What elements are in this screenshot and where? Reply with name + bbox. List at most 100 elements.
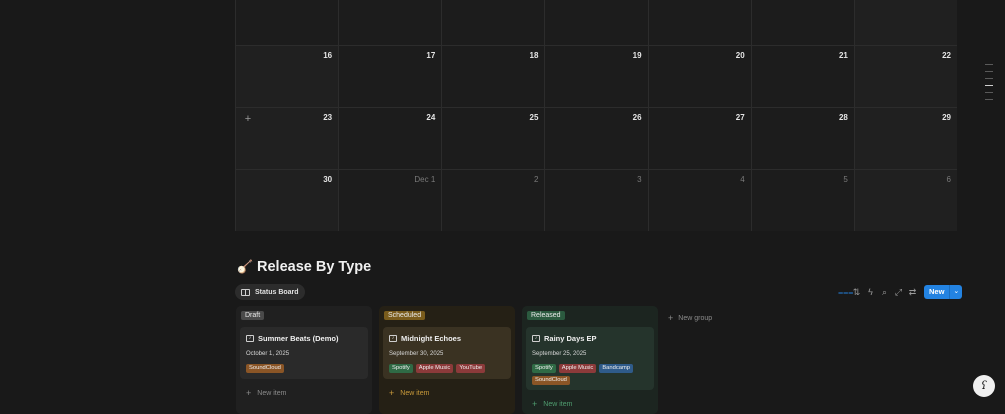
card-title-row: ♪ Rainy Days EP [532, 334, 648, 343]
day-number: 25 [529, 113, 539, 122]
tag: Apple Music [558, 364, 597, 373]
page-outline[interactable] [985, 64, 995, 106]
calendar-day[interactable]: 16 [236, 46, 340, 107]
settings-icon[interactable]: ⇄ [908, 286, 917, 298]
calendar-day[interactable] [442, 0, 546, 45]
calendar-day[interactable]: 25 [442, 108, 546, 169]
calendar-day[interactable]: 29 [854, 108, 957, 169]
day-number: 26 [632, 113, 642, 122]
calendar-day[interactable]: 4 [648, 170, 752, 231]
new-item-button[interactable]: + New item [246, 388, 286, 398]
card-title: Midnight Echoes [401, 334, 461, 343]
calendar-day[interactable] [236, 0, 340, 45]
day-number: 20 [735, 51, 745, 60]
search-icon[interactable]: ⌕ [880, 286, 889, 298]
outline-line[interactable] [985, 71, 993, 72]
calendar-day[interactable]: 3 [545, 170, 649, 231]
card-tags: SoundCloud [246, 364, 362, 373]
day-number: 27 [735, 113, 745, 122]
board-card[interactable]: ♪ Summer Beats (Demo) October 1, 2025 So… [240, 327, 368, 379]
calendar-day[interactable]: 22 [854, 46, 957, 107]
calendar-day[interactable] [854, 0, 957, 45]
outline-line[interactable] [985, 85, 993, 86]
card-title: Rainy Days EP [544, 334, 597, 343]
calendar-day[interactable]: 19 [545, 46, 649, 107]
calendar-day[interactable]: 5 [751, 170, 855, 231]
day-number: 19 [632, 51, 642, 60]
card-title-row: ♪ Summer Beats (Demo) [246, 334, 362, 343]
outline-line[interactable] [985, 78, 993, 79]
tag: Spotify [532, 364, 556, 373]
calendar-day[interactable] [339, 0, 443, 45]
outline-line[interactable] [985, 92, 993, 93]
calendar-day[interactable]: 30 [236, 170, 340, 231]
group-label[interactable]: Released [527, 311, 565, 320]
calendar-day[interactable]: 27 [648, 108, 752, 169]
calendar-day[interactable]: 6 [854, 170, 957, 231]
section-heading: 🪕 Release By Type [237, 259, 371, 275]
group-label[interactable]: Draft [241, 311, 265, 320]
calendar-day[interactable]: 2 [442, 170, 546, 231]
calendar-week [236, 0, 957, 46]
new-item-button[interactable]: + New item [532, 399, 572, 409]
view-tab-status-board[interactable]: Status Board [235, 284, 305, 300]
outline-line[interactable] [985, 64, 993, 65]
tag: Bandcamp [599, 364, 634, 373]
calendar-day[interactable]: Dec 1 [339, 170, 443, 231]
calendar-day[interactable]: 21 [751, 46, 855, 107]
calendar-day[interactable] [545, 0, 649, 45]
new-item-button[interactable]: + New item [389, 388, 429, 398]
new-group-label: New group [678, 314, 713, 322]
calendar-day[interactable]: 17 [339, 46, 443, 107]
new-item-label: New item [543, 400, 573, 408]
add-event-icon[interactable]: + [241, 113, 255, 127]
plus-icon: + [668, 313, 674, 323]
calendar-day[interactable]: 24 [339, 108, 443, 169]
calendar-day[interactable] [751, 0, 855, 45]
calendar-grid: 16 17 18 19 20 21 22 + 23 24 25 26 27 28… [235, 0, 957, 231]
section-title: Release By Type [257, 259, 372, 275]
plus-icon: + [532, 399, 538, 409]
calendar-day[interactable]: 26 [545, 108, 649, 169]
day-number: 4 [740, 175, 745, 184]
calendar-day[interactable]: 28 [751, 108, 855, 169]
card-tags: Spotify Apple Music YouTube [389, 364, 505, 373]
help-button[interactable]: ʕ [973, 375, 995, 397]
day-number: 24 [426, 113, 436, 122]
sort-icon[interactable]: ⇅ [852, 286, 861, 298]
new-item-label: New item [400, 389, 430, 397]
banjo-icon: 🪕 [237, 259, 254, 274]
board-group-scheduled: Scheduled ♪ Midnight Echoes September 30… [379, 306, 515, 414]
tag: Spotify [389, 364, 413, 373]
board-group-released: Released ♪ Rainy Days EP September 25, 2… [522, 306, 658, 414]
filter-icon[interactable]: ⩶ [838, 286, 853, 298]
day-number: 17 [426, 51, 436, 60]
day-number: 28 [838, 113, 848, 122]
day-number: 3 [637, 175, 642, 184]
lightning-icon[interactable]: ϟ [866, 286, 875, 298]
group-label[interactable]: Scheduled [384, 311, 426, 320]
new-group-button[interactable]: + New group [668, 313, 712, 323]
calendar-day[interactable]: + 23 [236, 108, 340, 169]
expand-icon[interactable]: ⤢ [894, 286, 903, 298]
page-icon: ♪ [389, 335, 397, 342]
day-number: 6 [946, 175, 951, 184]
day-number: 2 [533, 175, 539, 184]
card-date: September 30, 2025 [389, 351, 444, 357]
plus-icon: + [246, 388, 252, 398]
card-title-row: ♪ Midnight Echoes [389, 334, 505, 343]
day-number: Dec 1 [414, 175, 436, 184]
chevron-down-icon[interactable]: ⌄ [949, 285, 963, 299]
new-item-label: New item [257, 389, 287, 397]
new-button[interactable]: New [924, 285, 950, 299]
calendar-day[interactable] [648, 0, 752, 45]
calendar-day[interactable]: 20 [648, 46, 752, 107]
calendar-day[interactable]: 18 [442, 46, 546, 107]
day-number: 30 [323, 175, 333, 184]
page-icon: ♪ [532, 335, 540, 342]
outline-line[interactable] [985, 99, 993, 100]
board-card[interactable]: ♪ Rainy Days EP September 25, 2025 Spoti… [526, 327, 654, 390]
board-card[interactable]: ♪ Midnight Echoes September 30, 2025 Spo… [383, 327, 511, 379]
plus-icon: + [389, 388, 395, 398]
view-tab-label: Status Board [255, 288, 299, 296]
